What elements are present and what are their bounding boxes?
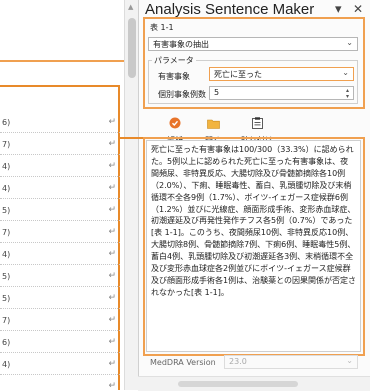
analyze-icon (169, 117, 181, 129)
document-area[interactable]: 6) ↵ 7) ↵ 4) ↵ 4) ↵ 5) ↵ 7) ↵ 4) ↵ 5) ↵ 5) ↵ 7) ↵ … (0, 0, 138, 390)
table-row: 4) ↵ (0, 176, 120, 199)
paragraph-mark: ↵ (108, 183, 116, 193)
row-marker: 7) (2, 316, 11, 325)
row-marker: 5) (2, 206, 11, 215)
action-select[interactable]: 有害事象の抽出 ⌄ (148, 37, 358, 51)
table-label: 表 1-1 (150, 23, 174, 32)
paragraph-mark: ↵ (108, 293, 116, 303)
document-scrollbar[interactable]: ▲ (124, 0, 139, 390)
row-marker: 5) (2, 294, 11, 303)
row-marker: 7) (2, 140, 11, 149)
row-marker: 4) (2, 184, 11, 193)
table-row: 7) ↵ (0, 308, 120, 331)
scroll-up-icon[interactable]: ▲ (128, 3, 133, 11)
chevron-down-icon: ⌄ (346, 356, 353, 365)
clipboard-icon (251, 117, 263, 129)
param2-label: 個別事象例数 (158, 90, 206, 99)
action-select-value: 有害事象の抽出 (153, 40, 209, 49)
adverse-event-select[interactable]: 死亡に至った ⌄ (209, 67, 354, 81)
row-marker: 6) (2, 118, 11, 127)
pane-title: Analysis Sentence Maker (145, 1, 315, 18)
paragraph-mark: ↵ (108, 117, 116, 127)
scrollbar-thumb[interactable] (178, 381, 298, 387)
paragraph-mark: ↵ (108, 227, 116, 237)
param2-value: 5 (214, 88, 220, 97)
pane-horizontal-scrollbar[interactable] (138, 376, 370, 391)
event-count-stepper[interactable]: 5 ▴ ▾ (209, 86, 354, 100)
row-marker: 7) (2, 228, 11, 237)
chevron-down-icon: ⌄ (346, 38, 353, 47)
folder-icon (206, 119, 220, 129)
bracket-top (0, 85, 120, 87)
stepper-icon[interactable]: ▴ ▾ (346, 88, 349, 100)
paragraph-mark: ↵ (108, 139, 116, 149)
callout-line-top (0, 60, 138, 62)
meddra-version-value: 23.0 (229, 357, 247, 366)
table-row: 6) ↵ (0, 330, 120, 353)
table-row: 5) ↵ (0, 198, 120, 221)
close-icon[interactable]: ✕ (353, 2, 363, 16)
table-row: 7) ↵ (0, 220, 120, 243)
meddra-label: MedDRA Version (150, 358, 216, 367)
paragraph-mark: ↵ (108, 315, 116, 325)
row-marker: 5) (2, 272, 11, 281)
paragraph-mark: ↵ (108, 271, 116, 281)
paragraph-mark: ↵ (108, 249, 116, 259)
row-marker: 6) (2, 338, 11, 347)
paragraph-mark: ↵ (108, 359, 116, 369)
connector-line (118, 137, 143, 139)
param1-label: 有害事象 (158, 72, 190, 81)
table-row: 4) ↵ (0, 242, 120, 265)
table-row: 5) ↵ (0, 286, 120, 309)
paragraph-mark: ↵ (108, 381, 116, 390)
table-row: 4) ↵ (0, 154, 120, 177)
paragraph-mark: ↵ (108, 205, 116, 215)
params-title: パラメータ (152, 55, 196, 66)
row-marker: 4) (2, 360, 11, 369)
chevron-down-icon: ⌄ (342, 68, 349, 77)
table-row: 6) ↵ (0, 110, 120, 133)
pane-options-icon[interactable]: ▾ (335, 2, 342, 17)
table-row: 7) ↵ (0, 132, 120, 155)
paragraph-mark: ↵ (108, 161, 116, 171)
row-marker: 4) (2, 250, 11, 259)
scrollbar-thumb[interactable] (128, 18, 136, 78)
meddra-version-select[interactable]: 23.0 ⌄ (224, 355, 358, 369)
paragraph-mark: ↵ (108, 337, 116, 347)
param1-value: 死亡に至った (214, 70, 262, 79)
output-text[interactable]: 死亡に至った有害事象は100/300（33.3%）に認められた。5例以上に認めら… (146, 140, 361, 352)
table-row: 4) ↵ (0, 352, 120, 375)
table-row: 5) ↵ (0, 264, 120, 287)
table-row: ↵ (0, 374, 120, 390)
row-marker: 4) (2, 162, 11, 171)
